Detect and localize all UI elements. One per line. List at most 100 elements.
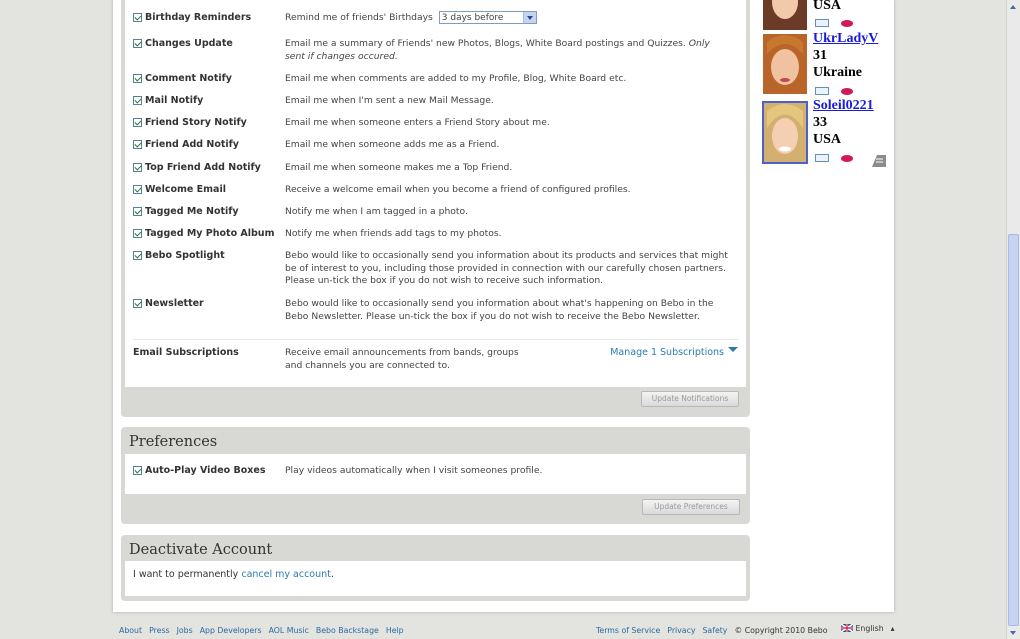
checkbox-welcome-email[interactable]: Welcome Email	[133, 184, 226, 195]
caret-up-icon: ▴	[890, 624, 895, 633]
newsletter-desc: Bebo would like to occasionally send you…	[285, 298, 714, 322]
notifications-panel: Birthday Reminders Remind me of friends'…	[121, 0, 750, 417]
friend-age: 31	[813, 48, 827, 63]
scroll-up-arrow-icon[interactable]	[1007, 0, 1020, 14]
copyright-text: © Copyright 2010 Bebo	[734, 626, 828, 635]
footer-right-links: Terms of Service Privacy Safety © Copyright…	[596, 626, 834, 635]
checkbox-friend-add-notify[interactable]: Friend Add Notify	[133, 139, 239, 150]
checkbox-icon[interactable]	[133, 229, 142, 238]
checkbox-icon[interactable]	[133, 299, 142, 308]
checkbox-icon[interactable]	[133, 39, 142, 48]
friend-age: 33	[813, 115, 827, 130]
friend-country: USA	[813, 132, 842, 147]
footer-link[interactable]: App Developers	[200, 626, 262, 635]
footer-link[interactable]: Help	[386, 626, 404, 635]
footer-left-links: About Press Jobs App Developers AOL Music Beb…	[119, 626, 411, 635]
checkbox-autoplay-video[interactable]: Auto-Play Video Boxes	[133, 465, 265, 476]
friend-name-link[interactable]: UkrLadyV	[813, 31, 878, 47]
checkbox-icon[interactable]	[133, 118, 142, 127]
preferences-panel: Preferences Auto-Play Video Boxes Play v…	[121, 427, 750, 524]
cancel-account-link[interactable]: cancel my account	[241, 569, 331, 580]
deactivate-panel: Deactivate Account I want to permanently…	[121, 535, 750, 601]
checkbox-tagged-me-notify[interactable]: Tagged Me Notify	[133, 206, 239, 217]
tagged-album-desc: Notify me when friends add tags to my ph…	[285, 228, 502, 239]
friends-sidebar: USA UkrLadyV 31 Ukraine Soleil0221 33 US…	[761, 0, 891, 175]
checkbox-icon[interactable]	[133, 140, 142, 149]
friend-photo-3	[764, 103, 806, 162]
friend-country: USA	[813, 0, 842, 13]
footer-link[interactable]: Press	[149, 626, 170, 635]
checkbox-changes-update[interactable]: Changes Update	[133, 38, 233, 49]
checkbox-newsletter[interactable]: Newsletter	[133, 298, 204, 309]
footer-link[interactable]: Jobs	[177, 626, 193, 635]
language-selector[interactable]: English ▴	[840, 623, 902, 633]
footer-link[interactable]: About	[119, 626, 142, 635]
friend-story-desc: Email me when someone enters a Friend St…	[285, 117, 550, 128]
checkbox-comment-notify[interactable]: Comment Notify	[133, 73, 232, 84]
changes-desc: Email me a summary of Friends' new Photo…	[285, 38, 710, 62]
preferences-body: Auto-Play Video Boxes Play videos automa…	[125, 454, 746, 494]
footer-link[interactable]: Safety	[702, 626, 727, 635]
update-preferences-button[interactable]: Update Preferences	[642, 499, 740, 515]
triangle-down-icon[interactable]	[728, 347, 738, 357]
checkbox-icon[interactable]	[133, 207, 142, 216]
birthday-desc: Remind me of friends' Birthdays 3 days b…	[285, 11, 730, 25]
deactivate-text: I want to permanently cancel my account.	[133, 569, 334, 580]
comment-desc: Email me when comments are added to my P…	[285, 73, 627, 84]
welcome-desc: Receive a welcome email when you become …	[285, 184, 631, 195]
chevron-down-icon[interactable]	[522, 12, 536, 23]
checkbox-icon[interactable]	[133, 74, 142, 83]
kiss-icon[interactable]	[841, 88, 853, 95]
friend-avatar[interactable]	[763, 0, 807, 30]
footer-link[interactable]: AOL Music	[269, 626, 309, 635]
message-icon[interactable]	[815, 154, 829, 162]
spotlight-desc: Bebo would like to occasionally send you…	[285, 250, 728, 286]
preferences-title: Preferences	[129, 434, 218, 450]
friend-country: Ukraine	[813, 65, 862, 80]
checkbox-icon[interactable]	[133, 251, 142, 260]
friend-photo-1	[763, 0, 807, 30]
footer-link[interactable]: Privacy	[667, 626, 695, 635]
friend-name-link[interactable]: Soleil0221	[813, 98, 874, 114]
notif-row-birthday: Birthday Reminders Remind me of friends'…	[133, 11, 738, 26]
checkbox-icon[interactable]	[133, 163, 142, 172]
birthday-days-select[interactable]: 3 days before	[438, 11, 537, 24]
kiss-icon[interactable]	[841, 20, 853, 27]
autoplay-desc: Play videos automatically when I visit s…	[285, 465, 543, 476]
deactivate-title: Deactivate Account	[129, 542, 273, 558]
friend-photo-2	[763, 34, 807, 94]
update-notifications-button[interactable]: Update Notifications	[641, 391, 739, 407]
subscriptions-desc: Receive email announcements from bands, …	[285, 347, 519, 371]
checkbox-top-friend-add-notify[interactable]: Top Friend Add Notify	[133, 162, 261, 173]
footer-link[interactable]: Terms of Service	[596, 626, 660, 635]
checkbox-icon[interactable]	[133, 466, 142, 475]
divider	[133, 339, 738, 340]
scrollbar-thumb[interactable]	[1008, 234, 1019, 626]
checkbox-birthday-reminders[interactable]: Birthday Reminders	[133, 12, 251, 23]
checkbox-icon[interactable]	[133, 13, 142, 22]
scroll-down-arrow-icon[interactable]	[1007, 625, 1020, 639]
checkbox-icon[interactable]	[133, 96, 142, 105]
vertical-scrollbar[interactable]	[1006, 0, 1020, 639]
tagged-me-desc: Notify me when I am tagged in a photo.	[285, 206, 468, 217]
kiss-icon[interactable]	[841, 155, 853, 162]
notifications-body: Birthday Reminders Remind me of friends'…	[125, 0, 746, 387]
message-icon[interactable]	[815, 19, 829, 27]
checkbox-mail-notify[interactable]: Mail Notify	[133, 95, 203, 106]
checkbox-tagged-my-photo-album[interactable]: Tagged My Photo Album	[133, 228, 274, 239]
friend-avatar[interactable]	[763, 34, 807, 94]
gift-icon[interactable]	[871, 153, 887, 168]
manage-subscriptions-link[interactable]: Manage 1 Subscriptions	[610, 347, 738, 358]
checkbox-bebo-spotlight[interactable]: Bebo Spotlight	[133, 250, 225, 261]
subscriptions-label: Email Subscriptions	[133, 347, 239, 358]
checkbox-icon[interactable]	[133, 185, 142, 194]
message-icon[interactable]	[815, 87, 829, 95]
deactivate-body: I want to permanently cancel my account.	[125, 561, 746, 596]
uk-flag-icon	[840, 623, 854, 633]
top-friend-desc: Email me when someone makes me a Top Fri…	[285, 162, 513, 173]
footer-link[interactable]: Bebo Backstage	[316, 626, 379, 635]
mail-desc: Email me when I'm sent a new Mail Messag…	[285, 95, 494, 106]
friend-avatar[interactable]	[762, 101, 808, 164]
friend-add-desc: Email me when someone adds me as a Frien…	[285, 139, 500, 150]
checkbox-friend-story-notify[interactable]: Friend Story Notify	[133, 117, 247, 128]
